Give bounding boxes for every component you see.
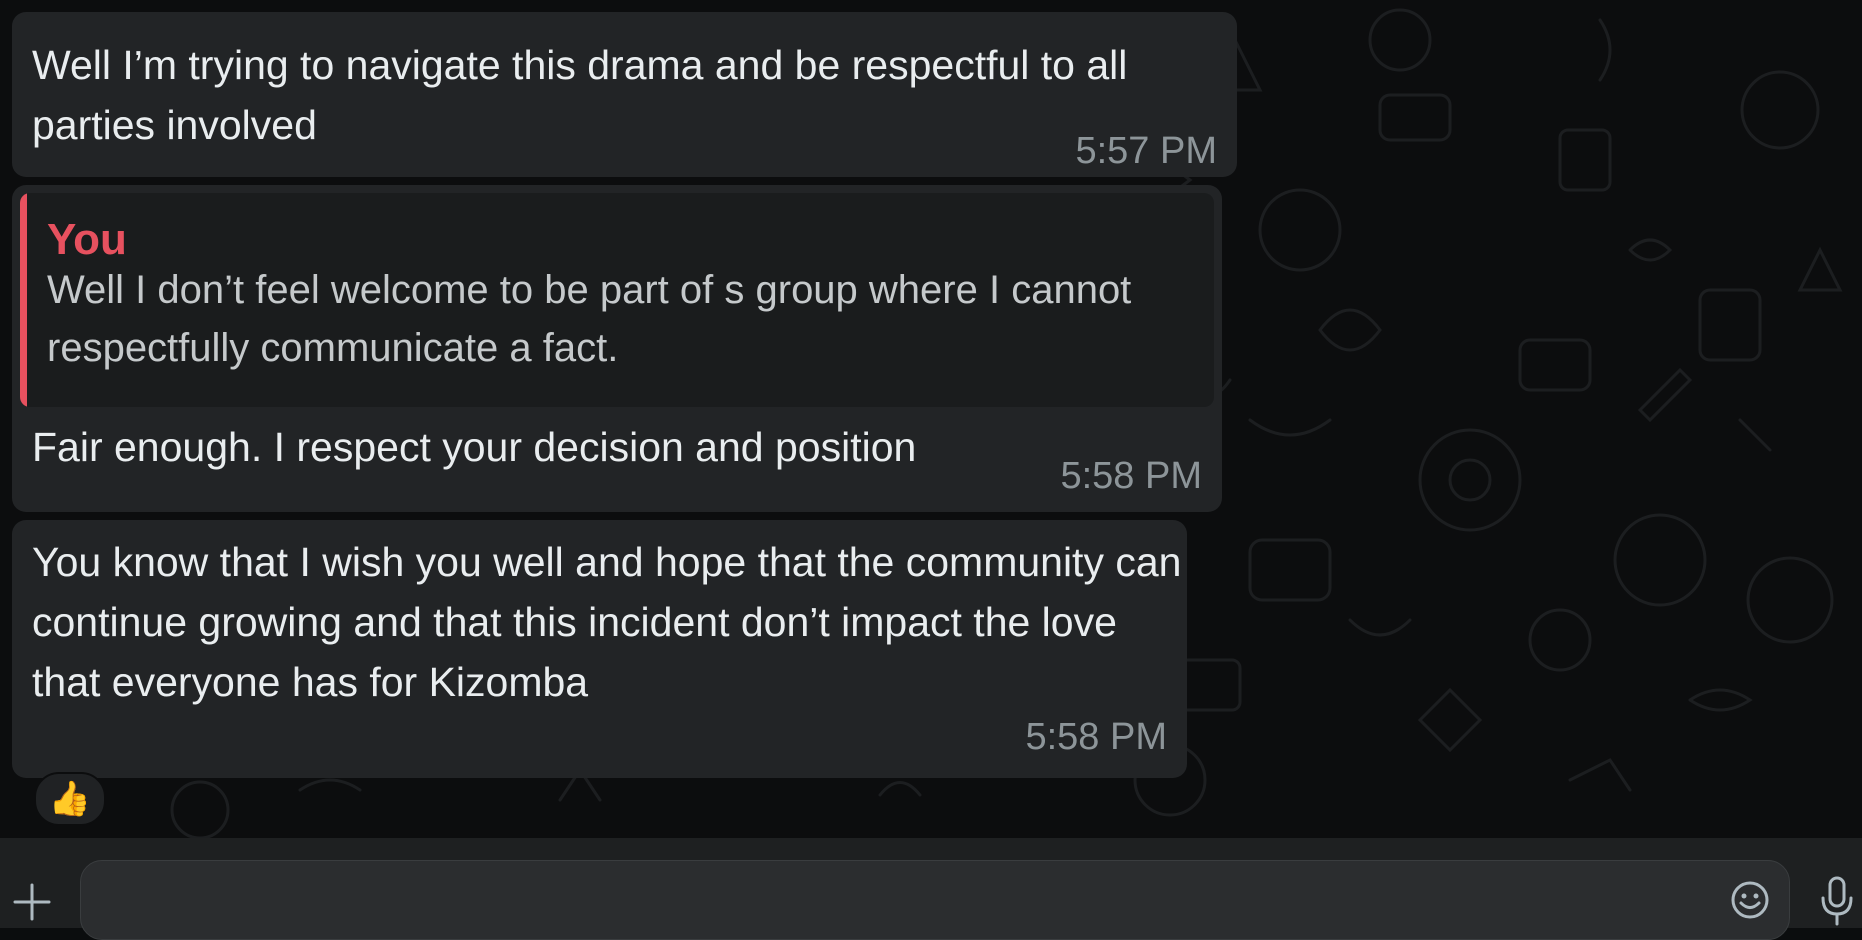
plus-icon[interactable] <box>12 882 52 922</box>
message-bubble[interactable]: You know that I wish you well and hope t… <box>12 520 1187 778</box>
message-input[interactable] <box>101 871 1665 923</box>
message-timestamp: 5:57 PM <box>1075 130 1217 172</box>
message-input-box[interactable] <box>80 860 1790 940</box>
quoted-message[interactable]: You Well I don’t feel welcome to be part… <box>20 193 1214 407</box>
message-timestamp: 5:58 PM <box>1025 716 1167 758</box>
message-bubble[interactable]: Well I’m trying to navigate this drama a… <box>12 12 1237 177</box>
message-text: You know that I wish you well and hope t… <box>32 539 1193 705</box>
message-text: Well I’m trying to navigate this drama a… <box>32 42 1139 148</box>
reaction-thumbs-up[interactable]: 👍 <box>34 772 106 826</box>
quote-accent-bar <box>20 193 27 407</box>
message-timestamp: 5:58 PM <box>1060 455 1202 497</box>
microphone-icon[interactable] <box>1820 876 1854 926</box>
chat-area[interactable]: Well I’m trying to navigate this drama a… <box>0 0 1862 838</box>
message-bubble[interactable]: You Well I don’t feel welcome to be part… <box>12 185 1222 512</box>
quote-author: You <box>47 215 127 264</box>
emoji-icon[interactable] <box>1730 880 1770 920</box>
message-text: Fair enough. I respect your decision and… <box>32 424 917 470</box>
quote-text: Well I don’t feel welcome to be part of … <box>47 268 1132 370</box>
